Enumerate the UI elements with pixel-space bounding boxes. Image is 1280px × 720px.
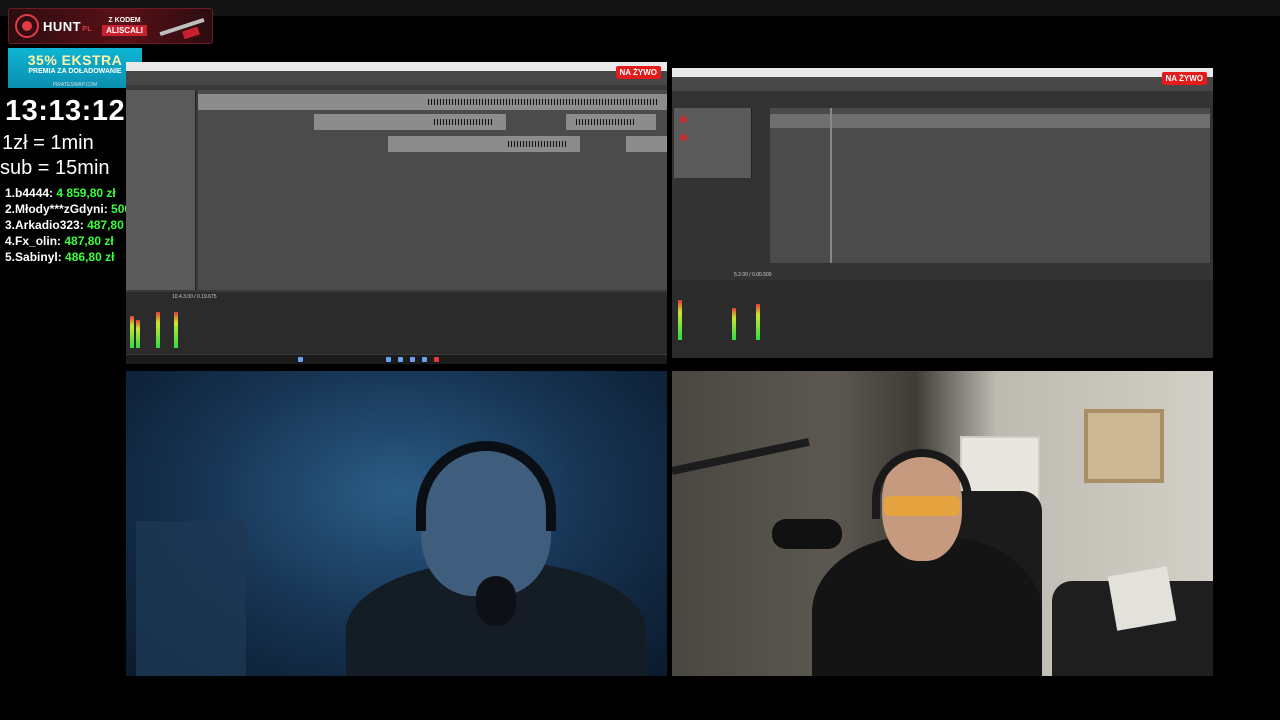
promo-subline: PREMIA ZA DOŁADOWANIE bbox=[28, 68, 122, 75]
picture-frame bbox=[1084, 409, 1164, 483]
audio-clip[interactable] bbox=[388, 136, 580, 152]
daw-arrange-view[interactable] bbox=[770, 108, 1210, 263]
audio-clip[interactable] bbox=[770, 114, 1210, 128]
left-screen-share: NA ŻYWO 10.4.3.00 / 0.19.675 bbox=[126, 62, 667, 364]
mic-boom-arm bbox=[672, 437, 810, 475]
live-badge: NA ŻYWO bbox=[615, 66, 661, 79]
waveform bbox=[434, 119, 494, 125]
microphone-icon bbox=[772, 519, 842, 549]
promo-code-label: Z KODEM bbox=[108, 16, 141, 24]
right-webcam bbox=[672, 371, 1213, 676]
daw-track-panel[interactable] bbox=[674, 108, 752, 178]
record-arm-button[interactable] bbox=[680, 134, 687, 141]
record-arm-button[interactable] bbox=[680, 116, 687, 123]
daw-mixer[interactable] bbox=[672, 280, 1213, 358]
taskbar-app-icon[interactable] bbox=[410, 357, 415, 362]
right-screen-share: NA ŻYWO 5.2.00 / 0.00.500 bbox=[672, 68, 1213, 358]
level-meter bbox=[174, 312, 178, 348]
level-meter bbox=[678, 300, 682, 340]
level-meter bbox=[130, 316, 134, 348]
level-meter bbox=[136, 320, 140, 348]
level-meter bbox=[756, 304, 760, 340]
knife-icon bbox=[155, 13, 209, 39]
transport-time: 10.4.3.00 / 0.19.675 bbox=[172, 294, 217, 300]
audio-clip[interactable] bbox=[314, 114, 506, 130]
subathon-timer: 13:13:12 bbox=[5, 95, 126, 127]
playhead[interactable] bbox=[830, 108, 832, 263]
promo-code-box: Z KODEM ALISCALI bbox=[102, 17, 147, 36]
daw-menu-bar[interactable] bbox=[672, 68, 1213, 77]
level-meter bbox=[156, 312, 160, 348]
promo-headline: 35% EKSTRA bbox=[27, 52, 123, 68]
audio-clip[interactable] bbox=[566, 114, 656, 130]
daw-arrange-view[interactable] bbox=[198, 90, 667, 290]
waveform bbox=[576, 119, 636, 125]
transport-time: 5.2.00 / 0.00.500 bbox=[734, 272, 772, 278]
level-meter bbox=[732, 308, 736, 340]
daw-track-panel[interactable] bbox=[126, 90, 196, 290]
start-icon[interactable] bbox=[298, 357, 303, 362]
daw-toolbar[interactable] bbox=[126, 71, 667, 85]
promo-site: PIRATESWAP.COM bbox=[52, 82, 98, 88]
taskbar-app-icon[interactable] bbox=[386, 357, 391, 362]
hunt-logo-icon bbox=[15, 14, 39, 38]
audio-clip[interactable] bbox=[626, 136, 667, 152]
daw-toolbar[interactable] bbox=[672, 77, 1213, 91]
hunt-brand-name: HUNTPL bbox=[43, 18, 93, 34]
taskbar-app-icon[interactable] bbox=[422, 357, 427, 362]
left-webcam bbox=[126, 371, 667, 676]
taskbar-app-icon[interactable] bbox=[398, 357, 403, 362]
donation-rate: 1zł = 1min bbox=[2, 132, 94, 154]
live-badge: NA ŻYWO bbox=[1161, 72, 1207, 85]
promo-code-value: ALISCALI bbox=[102, 24, 147, 36]
background-furniture bbox=[136, 521, 246, 676]
headphones-icon bbox=[416, 441, 556, 531]
taskbar-app-icon[interactable] bbox=[434, 357, 439, 362]
audio-clip[interactable] bbox=[198, 94, 667, 110]
windows-taskbar bbox=[126, 355, 667, 364]
pillow bbox=[1107, 566, 1177, 631]
daw-mixer[interactable]: 10.4.3.00 / 0.19.675 bbox=[126, 292, 667, 354]
microphone-icon bbox=[476, 576, 516, 626]
waveform bbox=[508, 141, 568, 147]
headphones-icon bbox=[872, 449, 972, 519]
waveform bbox=[428, 99, 658, 105]
sub-rate: sub = 15min bbox=[0, 157, 110, 179]
hunt-sponsor-banner[interactable]: HUNTPL Z KODEM ALISCALI bbox=[8, 8, 213, 44]
daw-menu-bar[interactable] bbox=[126, 62, 667, 71]
